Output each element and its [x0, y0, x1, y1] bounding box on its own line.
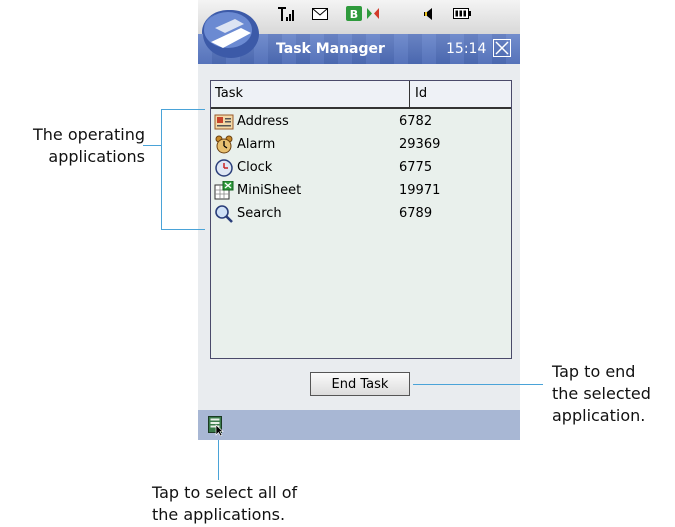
callout-text-line: the selected	[552, 384, 651, 403]
callout-bracket-top	[161, 109, 205, 110]
task-name: Search	[237, 206, 282, 221]
select-all-icon[interactable]	[208, 416, 226, 436]
callout-line	[143, 145, 161, 146]
app-logo-icon[interactable]	[201, 6, 261, 60]
table-row[interactable]: Clock 6775	[213, 156, 509, 179]
address-book-icon	[214, 114, 234, 130]
table-row[interactable]: MiniSheet 19971	[213, 179, 509, 202]
clock-time: 15:14	[446, 41, 487, 57]
close-icon[interactable]	[493, 39, 511, 57]
task-name: Alarm	[237, 137, 276, 152]
speaker-icon[interactable]	[422, 7, 436, 21]
table-row[interactable]: Alarm 29369	[213, 133, 509, 156]
callout-text-line: the applications.	[152, 505, 286, 524]
task-name: MiniSheet	[237, 183, 302, 198]
callout-bracket	[161, 109, 162, 229]
page-title: Task Manager	[276, 41, 385, 57]
table-row[interactable]: Address 6782	[213, 110, 509, 133]
signal-icon	[278, 7, 294, 21]
callout-operating-applications: The operating applications	[8, 124, 145, 168]
callout-line	[413, 384, 543, 385]
callout-end-task: Tap to end the selected application.	[552, 361, 672, 427]
task-id: 6789	[399, 206, 433, 221]
battery-icon	[453, 8, 471, 19]
task-name: Clock	[237, 160, 273, 175]
search-icon	[215, 205, 233, 223]
message-icon	[312, 8, 328, 20]
task-list[interactable]: Task Id Address 6782 Alarm 29369 Clock 6…	[210, 80, 512, 359]
svg-text:B: B	[350, 8, 358, 21]
minisheet-icon	[214, 181, 234, 200]
bluetooth-icon: B	[346, 6, 362, 21]
task-name: Address	[237, 114, 289, 129]
end-task-button[interactable]: End Task	[310, 372, 410, 396]
bottom-toolbar	[198, 410, 520, 440]
sync-icon	[367, 8, 379, 19]
callout-text-line: application.	[552, 406, 646, 425]
callout-select-all: Tap to select all of the applications.	[152, 482, 352, 526]
task-id: 19971	[399, 183, 441, 198]
callout-text-line: Tap to end	[552, 362, 636, 381]
task-id: 6775	[399, 160, 433, 175]
column-separator	[409, 81, 410, 107]
callout-bracket-bottom	[161, 229, 205, 230]
callout-text-line: Tap to select all of	[152, 483, 298, 502]
callout-text-line: applications	[48, 147, 145, 166]
column-header-task[interactable]: Task	[215, 86, 243, 101]
clock-icon	[215, 159, 233, 177]
table-row[interactable]: Search 6789	[213, 202, 509, 225]
task-id: 6782	[399, 114, 433, 129]
task-id: 29369	[399, 137, 441, 152]
callout-text-line: The operating	[32, 125, 145, 144]
alarm-icon	[215, 135, 233, 154]
column-header-id[interactable]: Id	[415, 86, 427, 101]
callout-line	[218, 440, 219, 480]
table-header: Task Id	[211, 81, 511, 109]
